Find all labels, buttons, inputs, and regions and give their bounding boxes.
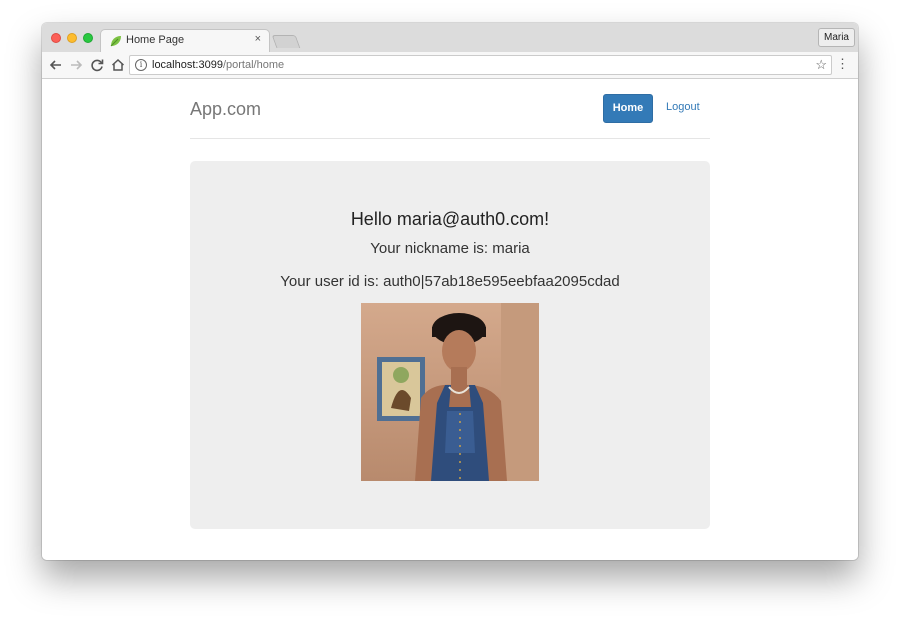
browser-window: Home Page × Maria i localhost:3099/porta… [42, 23, 858, 560]
info-icon[interactable]: i [135, 59, 147, 71]
browser-toolbar: i localhost:3099/portal/home ☆ ⋮ [42, 52, 858, 79]
maximize-window-button[interactable] [83, 33, 93, 43]
home-button[interactable]: Home [603, 94, 653, 123]
reload-icon [91, 59, 104, 72]
home-icon [111, 58, 125, 71]
page-content: App.com Home Logout Hello maria@auth0.co… [42, 79, 858, 560]
url-path: /portal/home [222, 59, 285, 71]
close-window-button[interactable] [51, 33, 61, 43]
nickname-text: Your nickname is: maria [370, 240, 530, 257]
tab-title: Home Page [126, 34, 185, 46]
reload-button[interactable] [89, 57, 105, 73]
profile-jumbotron: Hello maria@auth0.com! Your nickname is:… [190, 161, 710, 529]
leaf-icon [110, 36, 121, 47]
arrow-right-icon [71, 60, 83, 70]
tab-home-page[interactable]: Home Page × [100, 29, 270, 52]
star-icon[interactable]: ☆ [815, 57, 827, 73]
forward-button[interactable] [68, 57, 84, 73]
profile-button[interactable]: Maria [817, 28, 855, 47]
minimize-window-button[interactable] [67, 33, 77, 43]
header-divider [190, 138, 710, 139]
brand-logo[interactable]: App.com [190, 99, 261, 120]
url-text: localhost:3099/portal/home [152, 59, 284, 71]
home-nav-button[interactable] [110, 57, 126, 73]
url-host: localhost:3099 [152, 59, 223, 71]
address-bar[interactable]: i localhost:3099/portal/home ☆ [129, 55, 832, 75]
close-tab-icon[interactable]: × [255, 33, 261, 45]
tab-strip: Home Page × Maria [42, 23, 858, 52]
new-tab-button[interactable] [271, 35, 301, 48]
back-button[interactable] [48, 57, 64, 73]
greeting-heading: Hello maria@auth0.com! [350, 209, 550, 229]
arrow-left-icon [49, 60, 61, 70]
user-avatar-photo [361, 303, 539, 481]
logout-link[interactable]: Logout [666, 101, 700, 113]
user-id-text: Your user id is: auth0|57ab18e595eebfaa2… [280, 273, 620, 290]
more-vert-icon[interactable]: ⋮ [836, 56, 849, 72]
